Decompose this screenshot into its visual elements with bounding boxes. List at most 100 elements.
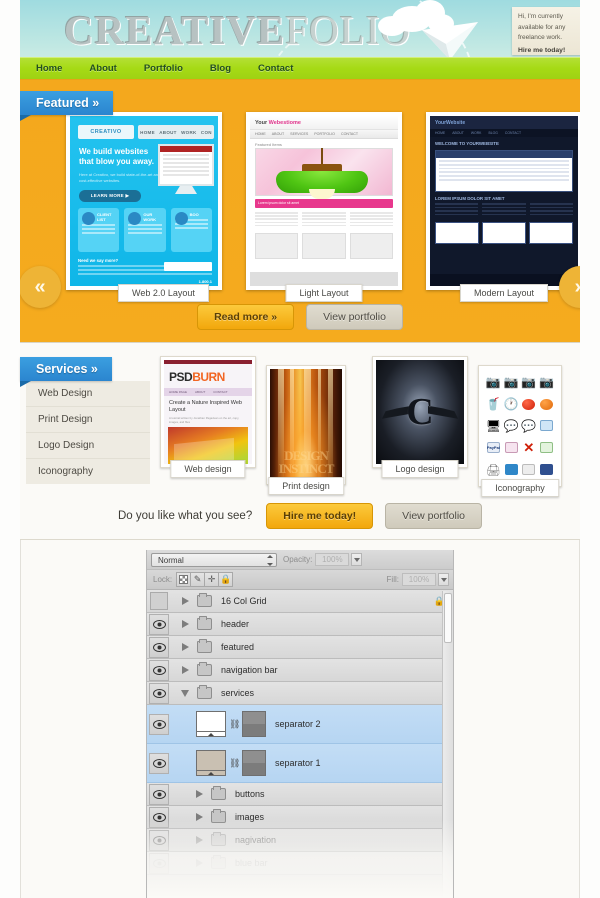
- table-row[interactable]: header: [147, 613, 453, 636]
- nav-item-contact[interactable]: Contact: [258, 63, 309, 74]
- blend-mode-value: Normal: [158, 555, 184, 565]
- layer-name: navigation bar: [221, 665, 278, 675]
- visibility-toggle[interactable]: [149, 752, 169, 774]
- table-row[interactable]: buttons: [147, 783, 453, 806]
- eye-icon: [152, 789, 166, 799]
- psd-article-title: Create a Nature Inspired Web Layout: [169, 400, 242, 413]
- nav-item-home[interactable]: Home: [36, 63, 78, 74]
- cloud-icon-3: [378, 16, 406, 36]
- table-row[interactable]: images: [147, 806, 453, 829]
- service-thumb-iconography[interactable]: 📷 📷 📷 📷 🥤 🕐 🖥 💬 💬 PayPal ✕ 🖨 Iconography: [478, 365, 562, 497]
- layer-mask-thumbnail[interactable]: [242, 750, 266, 776]
- chevron-right-icon[interactable]: [178, 620, 192, 628]
- chevron-right-icon[interactable]: [192, 790, 206, 798]
- chevron-right-icon[interactable]: [192, 859, 206, 867]
- fill-chevron-down-icon[interactable]: [438, 573, 449, 586]
- table-row[interactable]: navigation bar: [147, 659, 453, 682]
- visibility-toggle[interactable]: [149, 852, 169, 874]
- camera-icon-2: 📷: [503, 375, 519, 390]
- opacity-chevron-down-icon[interactable]: [351, 553, 363, 566]
- mock-screenshot-row: [255, 232, 393, 259]
- slide-modern-layout[interactable]: YourWebsite HOME ABOUT WORK BLOG CONTACT…: [426, 112, 580, 302]
- layer-mask-thumbnail[interactable]: [242, 711, 266, 737]
- nav-item-blog[interactable]: Blog: [210, 63, 247, 74]
- grid-icon: [521, 459, 538, 480]
- visibility-toggle[interactable]: [149, 659, 169, 681]
- folder-icon: [211, 855, 226, 869]
- visibility-toggle-off[interactable]: [150, 592, 168, 610]
- service-thumb-caption: Print design: [268, 477, 344, 495]
- chevron-right-icon[interactable]: [178, 597, 192, 605]
- lock-image-pixels-button[interactable]: ✎: [190, 572, 206, 587]
- stepper-icon[interactable]: [265, 554, 274, 566]
- table-row[interactable]: featured: [147, 636, 453, 659]
- opacity-input[interactable]: 100%: [315, 553, 350, 566]
- service-thumb-web-design[interactable]: PSDBURN HOME PAGE ABOUT CONTACT Create a…: [160, 356, 256, 478]
- mock-subtext: Here at Creativo, we build state-of-the-…: [79, 172, 161, 183]
- eye-icon: [152, 665, 166, 675]
- nav-item-portfolio[interactable]: Portfolio: [144, 63, 199, 74]
- table-row[interactable]: blue bar: [147, 852, 453, 875]
- carousel-prev-arrow-icon[interactable]: «: [20, 266, 61, 308]
- featured-ribbon: Featured »: [20, 91, 114, 121]
- folder-icon: [197, 685, 212, 699]
- mock-monitor-graphic: [158, 144, 214, 196]
- blend-mode-select[interactable]: Normal: [151, 552, 277, 567]
- service-thumb-print-design[interactable]: DESIGN INSTINCT Print design: [266, 365, 346, 495]
- visibility-toggle[interactable]: [149, 682, 169, 704]
- eye-icon: [152, 812, 166, 822]
- table-row[interactable]: services: [147, 682, 453, 705]
- layers-scrollbar-thumb[interactable]: [444, 593, 452, 643]
- clock-icon: 🕐: [503, 397, 519, 412]
- featured-slides: CREATIVO HOME ABOUT WORK CON We build we…: [60, 112, 580, 302]
- eye-icon: [152, 688, 166, 698]
- chevron-right-icon[interactable]: [192, 836, 206, 844]
- services-section: Services » Web Design Print Design Logo …: [20, 343, 580, 540]
- layer-thumbnail[interactable]: [196, 750, 226, 776]
- coffee-cup-icon: 🥤: [485, 397, 501, 412]
- hire-me-today-button[interactable]: Hire me today!: [266, 503, 374, 529]
- chevron-right-icon[interactable]: [178, 666, 192, 674]
- psd-nav-item: ABOUT: [194, 390, 206, 394]
- chevron-down-icon[interactable]: [178, 689, 192, 697]
- lock-transparent-pixels-button[interactable]: [176, 572, 192, 587]
- service-item-logo-design[interactable]: Logo Design: [26, 433, 150, 459]
- lock-label: Lock:: [153, 575, 173, 584]
- view-portfolio-button[interactable]: View portfolio: [306, 304, 403, 330]
- table-row[interactable]: ⛓ separator 1: [147, 744, 453, 783]
- slide-light-layout[interactable]: Your Webestiome HOME ABOUT SERVICES PORT…: [246, 112, 402, 302]
- visibility-toggle[interactable]: [149, 613, 169, 635]
- visibility-toggle[interactable]: [149, 806, 169, 828]
- mock-menu-item: SERVICES: [290, 132, 309, 136]
- service-thumb-logo-design[interactable]: C Logo design: [372, 356, 468, 478]
- table-row[interactable]: nagivation: [147, 829, 453, 852]
- layer-thumbnail[interactable]: [196, 711, 226, 737]
- layer-name: featured: [221, 642, 255, 652]
- folder-icon: [211, 786, 226, 800]
- checkerboard-icon: [179, 575, 189, 584]
- service-item-iconography[interactable]: Iconography: [26, 459, 150, 484]
- chevron-right-icon[interactable]: [192, 813, 206, 821]
- service-item-print-design[interactable]: Print Design: [26, 407, 150, 433]
- psd-nav-item: HOME PAGE: [169, 390, 187, 394]
- service-item-web-design[interactable]: Web Design: [26, 381, 150, 407]
- visibility-toggle[interactable]: [149, 829, 169, 851]
- visibility-toggle[interactable]: [149, 713, 169, 735]
- view-portfolio-button-2[interactable]: View portfolio: [385, 503, 483, 529]
- eye-icon: [152, 858, 166, 868]
- lock-position-button[interactable]: ✛: [204, 572, 220, 587]
- visibility-toggle[interactable]: [149, 783, 169, 805]
- chevron-right-icon[interactable]: [178, 643, 192, 651]
- lock-all-button[interactable]: 🔒: [218, 572, 234, 587]
- site-logo[interactable]: CREATIVEFOLIO: [64, 6, 411, 54]
- link-mask-icon[interactable]: ⛓: [229, 758, 240, 769]
- table-row[interactable]: 16 Col Grid 🔒: [147, 590, 453, 613]
- slide-web-2-0[interactable]: CREATIVO HOME ABOUT WORK CON We build we…: [66, 112, 222, 302]
- read-more-button[interactable]: Read more »: [197, 304, 295, 330]
- link-mask-icon[interactable]: ⛓: [229, 719, 240, 730]
- layers-scrollbar[interactable]: [442, 591, 453, 898]
- fill-input[interactable]: 100%: [402, 573, 436, 586]
- table-row[interactable]: ⛓ separator 2: [147, 705, 453, 744]
- visibility-toggle[interactable]: [149, 636, 169, 658]
- nav-item-about[interactable]: About: [89, 63, 132, 74]
